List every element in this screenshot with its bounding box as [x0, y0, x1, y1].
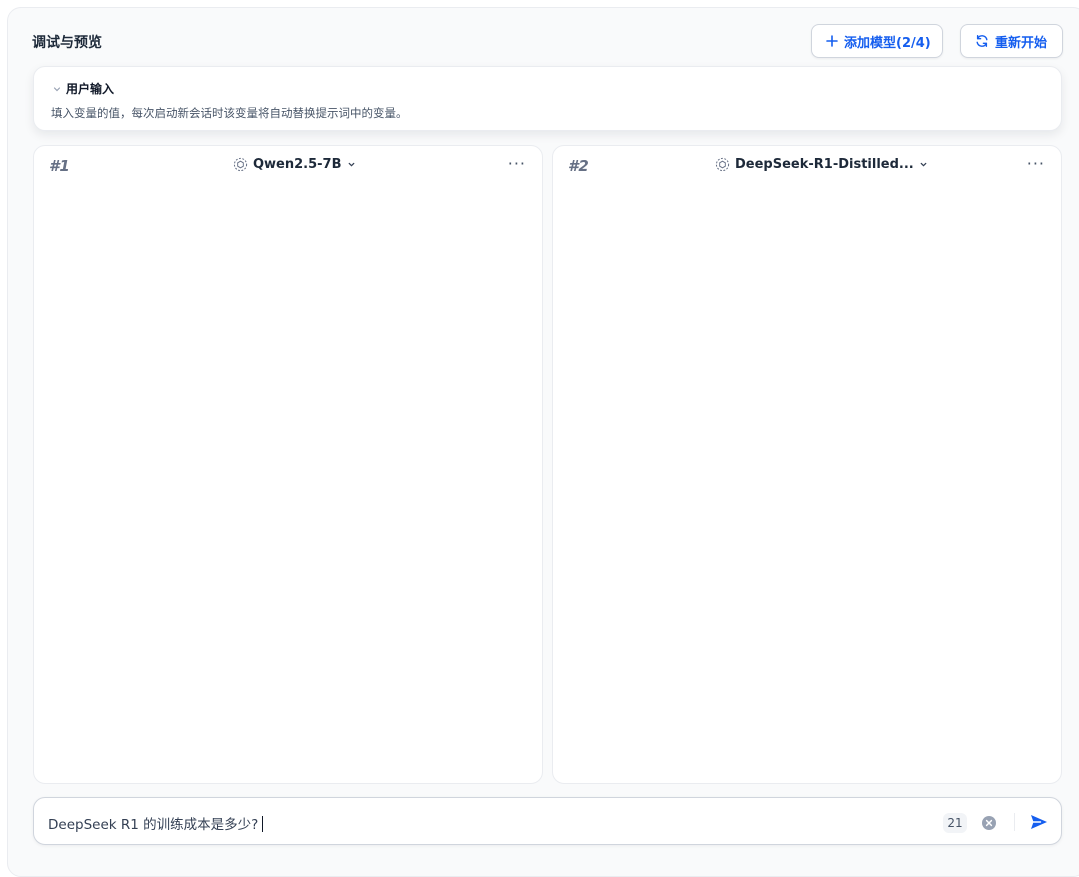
chat-input-box[interactable]: DeepSeek R1 的训练成本是多少? 21: [33, 797, 1062, 845]
chevron-down-icon: [920, 162, 927, 167]
divider: [1014, 813, 1015, 831]
model-panel-1: #1 Qwen2.5-7B ···: [33, 145, 543, 784]
chat-input-value: DeepSeek R1 的训练成本是多少?: [48, 817, 259, 833]
chevron-down-icon: [348, 162, 354, 167]
user-input-toggle[interactable]: 用户输入: [52, 80, 114, 97]
refresh-icon: [976, 35, 988, 47]
chevron-down-icon: [53, 86, 61, 91]
header: 调试与预览 添加模型(2/4) 重新开始: [32, 24, 1063, 58]
restart-label: 重新开始: [995, 35, 1048, 51]
char-count-badge: 21: [943, 813, 967, 833]
model-name: Qwen2.5-7B: [253, 157, 342, 172]
clear-icon[interactable]: [981, 815, 997, 831]
model-cube-icon: [233, 157, 248, 172]
send-icon[interactable]: [1029, 812, 1049, 832]
add-model-label: 添加模型(2/4): [844, 35, 931, 51]
add-model-button[interactable]: 添加模型(2/4): [811, 24, 943, 58]
panel-index: #2: [568, 157, 589, 175]
more-options-icon[interactable]: ···: [508, 154, 526, 173]
model-cube-icon: [715, 157, 730, 172]
user-input-description: 填入变量的值，每次启动新会话时该变量将自动替换提示词中的变量。: [51, 106, 408, 120]
user-input-panel: 用户输入 填入变量的值，每次启动新会话时该变量将自动替换提示词中的变量。: [33, 66, 1062, 131]
page-title: 调试与预览: [32, 35, 102, 51]
model-selector[interactable]: DeepSeek-R1-Distilled...: [715, 157, 928, 172]
text-caret: [262, 816, 264, 832]
restart-button[interactable]: 重新开始: [960, 24, 1063, 58]
more-options-icon[interactable]: ···: [1027, 154, 1045, 173]
panel-index: #1: [49, 157, 70, 175]
plus-icon: [826, 35, 838, 47]
user-input-title: 用户输入: [66, 82, 115, 96]
model-name: DeepSeek-R1-Distilled...: [735, 157, 914, 172]
model-selector[interactable]: Qwen2.5-7B: [233, 157, 356, 172]
model-panel-2: #2 DeepSeek-R1-Distilled... ···: [552, 145, 1062, 784]
chat-input[interactable]: DeepSeek R1 的训练成本是多少?: [48, 813, 264, 833]
